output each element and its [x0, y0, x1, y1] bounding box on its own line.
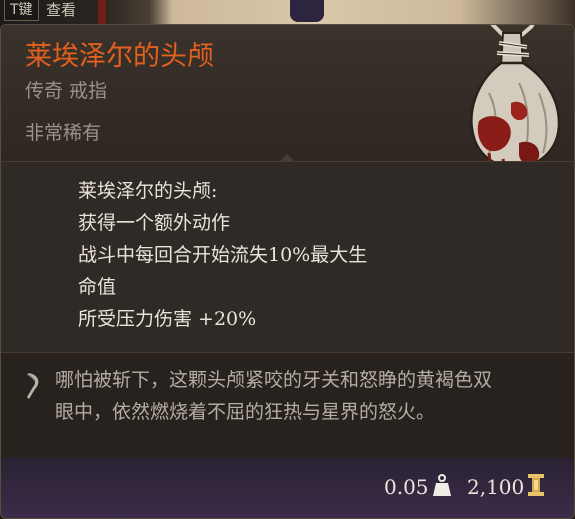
gold-coin-icon — [528, 474, 544, 496]
effect-line: 获得一个额外动作 — [78, 212, 231, 234]
item-tooltip: 莱埃泽尔的头颅 传奇 戒指 非常稀有 莱埃泽尔的头颅: 获得一个额外动作 战斗中… — [0, 24, 575, 519]
item-effects: 莱埃泽尔的头颅: 获得一个额外动作 战斗中每回合开始流失10%最大生 命值 所受… — [1, 162, 574, 352]
effect-line: 战斗中每回合开始流失10%最大生 — [78, 244, 368, 266]
divider-notch — [279, 154, 295, 162]
item-lore: 哪怕被斩下，这颗头颅紧咬的牙关和怒睁的黄褐色双 眼中，依然燃烧着不屈的狂热与星界… — [1, 353, 574, 458]
item-name: 莱埃泽尔的头颅 — [25, 41, 214, 72]
hotkey-action-label: 查看 — [46, 1, 77, 19]
frame-edge — [98, 0, 106, 24]
lore-line: 眼中，依然燃烧着不屈的狂热与星界的怒火。 — [55, 401, 436, 423]
quill-icon — [27, 373, 39, 399]
item-type: 传奇 戒指 — [25, 80, 108, 102]
effect-line: 所受压力伤害 +20% — [78, 308, 257, 330]
item-weight: 0.05 — [384, 475, 429, 499]
hotkey-badge: T键 — [4, 0, 39, 21]
lore-line: 哪怕被斩下，这颗头颅紧咬的牙关和怒睁的黄褐色双 — [55, 369, 493, 391]
severed-head-sack-icon — [470, 25, 561, 173]
weight-icon — [433, 474, 451, 496]
item-rarity: 非常稀有 — [25, 122, 102, 144]
scene-character — [290, 0, 324, 22]
item-price: 2,100 — [467, 475, 525, 499]
tooltip-header: 莱埃泽尔的头颅 传奇 戒指 非常稀有 — [1, 25, 574, 173]
background-scene — [0, 0, 575, 26]
effect-title: 莱埃泽尔的头颅: — [78, 180, 218, 202]
effect-line: 命值 — [78, 276, 117, 298]
item-footer: 0.05 2,100 — [1, 458, 574, 518]
